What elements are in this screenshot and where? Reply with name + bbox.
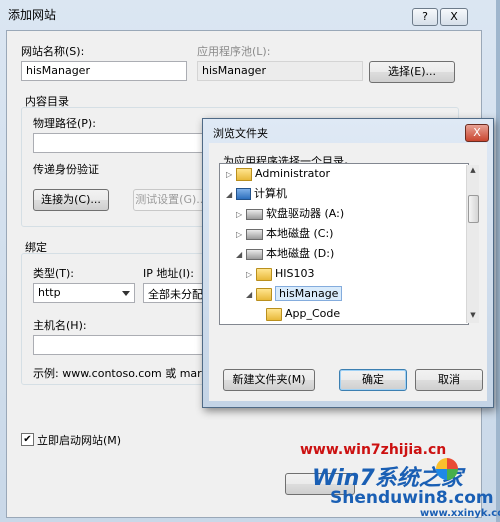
- dialog-title: 添加网站: [8, 8, 57, 22]
- tree-item-disk-c[interactable]: ▷ 本地磁盘 (C:): [236, 224, 333, 244]
- folder-icon: [256, 287, 272, 301]
- disk-drive-icon: [246, 228, 263, 240]
- selected-folder-label: hisManage: [275, 286, 343, 301]
- physical-path-label: 物理路径(P):: [33, 117, 96, 130]
- close-button[interactable]: X: [440, 8, 468, 26]
- user-folder-icon: [236, 167, 252, 181]
- tree-item-computer[interactable]: ◢ 计算机: [226, 184, 287, 204]
- chevron-down-icon: [122, 291, 130, 296]
- scroll-thumb[interactable]: [468, 195, 479, 223]
- collapse-icon[interactable]: ◢: [236, 245, 246, 265]
- scroll-up-icon[interactable]: ▲: [468, 166, 478, 176]
- browse-folder-dialog: 浏览文件夹 X 为应用程序选择一个目录。 ▷ Administrator ◢ 计算机…: [202, 118, 494, 408]
- app-pool-field: hisManager: [197, 61, 363, 81]
- tree-item-disk-d[interactable]: ◢ 本地磁盘 (D:): [236, 244, 334, 264]
- browse-dialog-title: 浏览文件夹: [213, 127, 268, 140]
- tree-item-floppy[interactable]: ▷ 软盘驱动器 (A:): [236, 204, 344, 224]
- tree-scrollbar[interactable]: ▲ ▼: [466, 165, 479, 323]
- windows-logo-icon: [436, 458, 458, 480]
- scroll-down-icon[interactable]: ▼: [468, 311, 478, 321]
- type-label: 类型(T):: [33, 267, 75, 280]
- tree-item-administrator[interactable]: ▷ Administrator: [226, 164, 330, 184]
- ok-button[interactable]: 确定: [339, 369, 407, 391]
- folder-tree[interactable]: ▷ Administrator ◢ 计算机 ▷ 软盘驱动器 (A:) ▷ 本地磁盘 (C…: [219, 163, 479, 325]
- passthrough-auth-label: 传递身份验证: [33, 163, 99, 176]
- expand-icon[interactable]: ▷: [236, 205, 246, 225]
- type-select-value: http: [38, 286, 61, 299]
- watermark-url-top: www.win7zhijia.cn: [300, 442, 447, 458]
- start-site-checkbox[interactable]: ✔: [21, 433, 34, 446]
- type-select[interactable]: http: [33, 283, 135, 303]
- collapse-icon[interactable]: ◢: [226, 185, 236, 205]
- tree-item-app-code[interactable]: App_Code: [256, 304, 340, 324]
- folder-icon: [256, 267, 272, 281]
- select-app-pool-button[interactable]: 选择(E)...: [369, 61, 455, 83]
- disk-drive-icon: [246, 248, 263, 260]
- start-site-label: 立即启动网站(M): [37, 434, 122, 447]
- folder-icon: [266, 307, 282, 321]
- hostname-label: 主机名(H):: [33, 319, 87, 332]
- help-button[interactable]: ?: [412, 8, 438, 26]
- expand-icon[interactable]: ▷: [236, 225, 246, 245]
- connect-as-button[interactable]: 连接为(C)...: [33, 189, 109, 211]
- physical-path-field[interactable]: [33, 133, 213, 153]
- computer-icon: [236, 188, 251, 200]
- expand-icon[interactable]: ▷: [226, 165, 236, 185]
- site-name-field[interactable]: hisManager: [21, 61, 187, 81]
- browse-close-button[interactable]: X: [465, 124, 489, 142]
- watermark-url-bottom: www.xxinyk.com: [420, 508, 500, 519]
- app-pool-label: 应用程序池(L):: [197, 45, 271, 58]
- site-name-label: 网站名称(S):: [21, 45, 85, 58]
- hostname-field[interactable]: [33, 335, 213, 355]
- expand-icon[interactable]: ▷: [246, 265, 256, 285]
- tree-item-his103[interactable]: ▷ HIS103: [246, 264, 315, 284]
- floppy-drive-icon: [246, 208, 263, 220]
- ip-address-label: IP 地址(I):: [143, 267, 194, 280]
- cancel-button[interactable]: 取消: [415, 369, 483, 391]
- test-settings-button: 测试设置(G)...: [133, 189, 209, 211]
- new-folder-button[interactable]: 新建文件夹(M): [223, 369, 315, 391]
- watermark-brand: Shenduwin8.com: [330, 488, 494, 508]
- tree-item-hismanage[interactable]: ◢ hisManage: [246, 284, 343, 305]
- collapse-icon[interactable]: ◢: [246, 285, 256, 305]
- example-text: 示例: www.contoso.com 或 mark: [33, 367, 209, 380]
